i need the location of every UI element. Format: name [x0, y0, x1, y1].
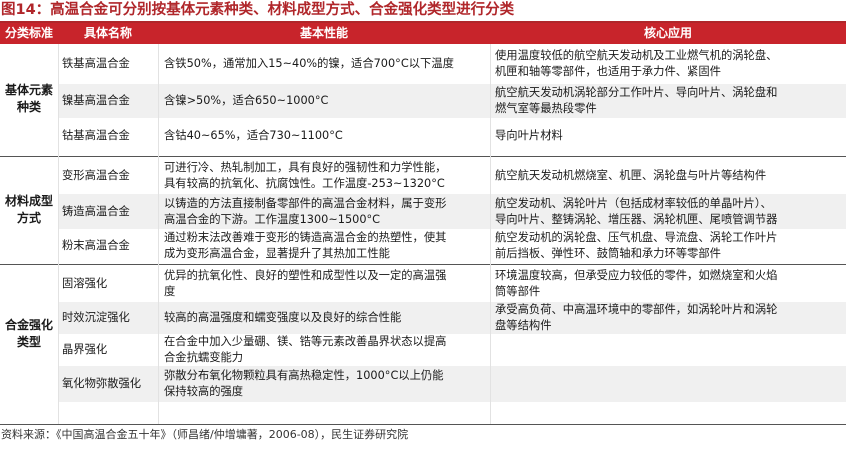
performance-text: 在合金中加入少量硼、镁、锆等元素改善晶界状态以提高 [164, 335, 447, 348]
alloy-name: 镍基高温合金 [62, 94, 130, 107]
table-header: 分类标准 具体名称 基本性能 核心应用 [0, 23, 846, 44]
performance-cell: 可进行冷、热轧制加工，具有良好的强韧性和力学性能， 具有较高的抗氧化、抗腐蚀性。工… [164, 157, 492, 194]
application-text: 航空航天发动机燃烧室、机匣、涡轮盘与叶片等结构件 [495, 168, 767, 182]
performance-text: 保持较高的强度 [164, 385, 244, 398]
performance-text: 合金抗蠕变能力 [164, 351, 244, 364]
table-row: 镍基高温合金 含镍>50%，适合650~1000°C 航空航天发动机涡轮部分工作叶片… [58, 84, 846, 118]
header-category: 分类标准 [4, 26, 53, 40]
category-label-line: 材料成型 [4, 194, 53, 208]
application-text: 使用温度较低的航空航天发动机及工业燃气机的涡轮盘、 [495, 49, 778, 62]
application-text: 筒等部件 [495, 284, 541, 298]
performance-cell: 以铸造的方法直接制备零部件的高温合金材料，属于变形 高温合金的下游。工作温度130… [164, 194, 492, 229]
application-text: 承受高负荷、中高温环境中的零部件，如涡轮叶片和涡轮 [495, 303, 778, 316]
header-application: 核心应用 [643, 26, 692, 40]
table-row: 变形高温合金 可进行冷、热轧制加工，具有良好的强韧性和力学性能， 具有较高的抗氧化、… [58, 157, 846, 194]
table-row: 固溶强化 优异的抗氧化性、良好的塑性和成型性以及一定的高温强度环境温度较高，但承受… [58, 265, 846, 302]
application-cell: 航空发动机的涡轮盘、压气机盘、导流盘、涡轮工作叶片 前后挡板、弹性环、鼓筒轴和承力… [495, 229, 845, 263]
performance-cell: 在合金中加入少量硼、镁、锆等元素改善晶界状态以提高 合金抗蠕变能力 [164, 334, 492, 366]
application-cell [495, 366, 845, 402]
performance-text: 成为变形高温合金，显著提升了其热加工性能 [164, 247, 390, 260]
application-cell: 环境温度较高，但承受应力较低的零件，如燃烧室和火焰 筒等部件 [495, 265, 845, 302]
performance-text: 含钴40~65%，适合730~1100°C [164, 128, 343, 142]
alloy-name: 变形高温合金 [62, 168, 130, 182]
application-text: 燃气室等最热段零件 [495, 102, 597, 115]
performance-text: 度 [164, 284, 176, 298]
performance-text: 具有较高的抗氧化、抗腐蚀性。工作温度-253~1320°C [164, 176, 445, 190]
header-name: 具体名称 [83, 26, 132, 40]
performance-cell: 优异的抗氧化性、良好的塑性和成型性以及一定的高温强度 [164, 265, 492, 302]
application-text: 前后挡板、弹性环、鼓筒轴和承力环等零部件 [495, 247, 721, 260]
performance-cell: 通过粉末法改善难于变形的铸造高温合金的热塑性，使其 成为变形高温合金，显著提升了其… [164, 229, 492, 263]
application-cell [495, 334, 845, 366]
category-label-line: 种类 [16, 99, 41, 114]
application-text: 航空发动机的涡轮盘、压气机盘、导流盘、涡轮工作叶片 [495, 231, 778, 244]
performance-cell: 含钴40~65%，适合730~1100°C [164, 118, 492, 153]
table-row: 晶界强化 在合金中加入少量硼、镁、锆等元素改善晶界状态以提高 合金抗蠕变能力 [58, 334, 846, 366]
application-text: 航空航天发动机涡轮部分工作叶片、导向叶片、涡轮盘和 [495, 86, 778, 99]
table-row: 铸造高温合金 以铸造的方法直接制备零部件的高温合金材料，属于变形 高温合金的下游。工… [58, 194, 846, 229]
table-row: 时效沉淀强化 较高的高温强度和蠕变强度以及良好的综合性能 承受高负荷、中高温环境中的… [58, 302, 846, 334]
performance-text: 优异的抗氧化性、良好的塑性和成型性以及一定的高温强 [164, 268, 447, 282]
application-cell: 使用温度较低的航空航天发动机及工业燃气机的涡轮盘、 机匣和轴等零部件，也适用于承力… [495, 44, 845, 84]
category-label-line: 方式 [16, 211, 41, 225]
performance-text: 通过粉末法改善难于变形的铸造高温合金的热塑性，使其 [164, 231, 447, 244]
table-bottom-rule [0, 424, 846, 425]
alloy-name: 铸造高温合金 [62, 204, 130, 218]
application-cell: 航空航天发动机燃烧室、机匣、涡轮盘与叶片等结构件 [495, 157, 845, 194]
alloy-name: 钴基高温合金 [62, 128, 130, 142]
table-row: 钴基高温合金 含钴40~65%，适合730~1100°C 导向叶片材料 [58, 118, 846, 153]
performance-cell: 较高的高温强度和蠕变强度以及良好的综合性能 [164, 302, 492, 334]
category-label: 材料成型 方式 [0, 157, 58, 263]
performance-text: 含铁50%，通常加入15~40%的镍，适合700°C以下温度 [164, 57, 454, 70]
category-label: 基体元素 种类 [0, 44, 58, 153]
performance-text: 弥散分布氧化物颗粒具有高热稳定性，1000°C以上仍能 [164, 369, 444, 382]
application-text: 环境温度较高，但承受应力较低的零件，如燃烧室和火焰 [495, 268, 778, 282]
alloy-name: 铁基高温合金 [62, 57, 130, 70]
performance-text: 可进行冷、热轧制加工，具有良好的强韧性和力学性能， [164, 160, 447, 174]
application-text: 机匣和轴等零部件，也适用于承力件、紧固件 [495, 65, 721, 78]
alloy-name: 晶界强化 [62, 343, 108, 356]
performance-text: 以铸造的方法直接制备零部件的高温合金材料，属于变形 [164, 196, 447, 210]
performance-text: 较高的高温强度和蠕变强度以及良好的综合性能 [164, 311, 402, 324]
alloy-name: 氧化物弥散强化 [62, 377, 142, 390]
alloy-name: 固溶强化 [62, 276, 108, 290]
category-label-line: 合金强化 [4, 317, 53, 332]
category-label-line: 基体元素 [4, 82, 53, 97]
table-row: 氧化物弥散强化 弥散分布氧化物颗粒具有高热稳定性，1000°C以上仍能 保持较高的强… [58, 366, 846, 402]
header-performance: 基本性能 [299, 26, 348, 40]
performance-cell: 含镍>50%，适合650~1000°C [164, 84, 492, 118]
application-cell: 承受高负荷、中高温环境中的零部件，如涡轮叶片和涡轮 盘等结构件 [495, 302, 845, 334]
alloy-name: 时效沉淀强化 [62, 311, 130, 324]
category-label: 合金强化 类型 [0, 265, 58, 402]
application-text: 导向叶片、整铸涡轮、增压器、涡轮机匣、尾喷管调节器 [495, 212, 778, 226]
performance-cell: 弥散分布氧化物颗粒具有高热稳定性，1000°C以上仍能 保持较高的强度 [164, 366, 492, 402]
alloy-name: 粉末高温合金 [62, 239, 130, 252]
table-row: 铁基高温合金 含铁50%，通常加入15~40%的镍，适合700°C以下温度 使用温度… [58, 44, 846, 84]
column-divider [490, 44, 491, 424]
performance-text: 高温合金的下游。工作温度1300~1500°C [164, 212, 381, 226]
application-cell: 航空发动机、涡轮叶片（包括成材率较低的单晶叶片）、 导向叶片、整铸涡轮、增压器、涡… [495, 194, 845, 229]
application-text: 盘等结构件 [495, 319, 552, 332]
performance-text: 含镍>50%，适合650~1000°C [164, 94, 329, 107]
column-divider [158, 44, 159, 424]
source-note: 资料来源：《中国高温合金五十年》（师昌绪/仲增墉著，2006-08），民生证券研… [1, 428, 409, 441]
category-label-line: 类型 [16, 334, 41, 349]
performance-cell: 含铁50%，通常加入15~40%的镍，适合700°C以下温度 [164, 44, 492, 84]
application-text: 航空发动机、涡轮叶片（包括成材率较低的单晶叶片）、 [495, 196, 772, 210]
application-text: 导向叶片材料 [495, 128, 563, 142]
column-divider [58, 44, 59, 424]
table-row: 粉末高温合金 通过粉末法改善难于变形的铸造高温合金的热塑性，使其 成为变形高温合金，… [58, 229, 846, 263]
application-cell: 导向叶片材料 [495, 118, 845, 153]
figure-title: 图14：高温合金可分别按基体元素种类、材料成型方式、合金强化类型进行分类 [1, 2, 515, 18]
application-cell: 航空航天发动机涡轮部分工作叶片、导向叶片、涡轮盘和 燃气室等最热段零件 [495, 84, 845, 118]
